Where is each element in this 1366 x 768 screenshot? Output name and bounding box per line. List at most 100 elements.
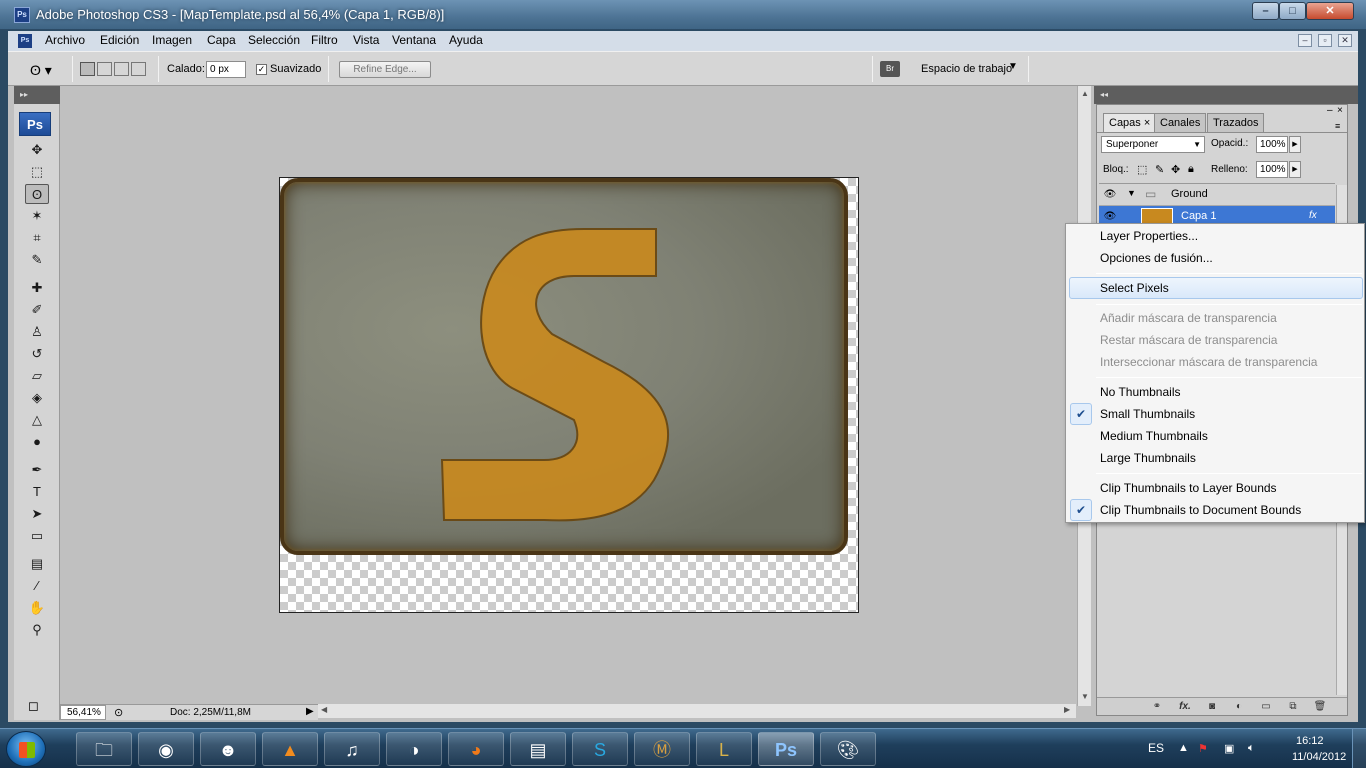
path-selection-tool-icon[interactable]: ➤ xyxy=(25,504,49,524)
workspace-label[interactable]: Espacio de trabajo xyxy=(921,63,1012,75)
new-selection-icon[interactable] xyxy=(80,62,95,76)
tab-close-icon[interactable]: × xyxy=(1144,117,1150,129)
scroll-down-icon[interactable]: ▼ xyxy=(1081,692,1089,701)
opacity-input[interactable]: 100% xyxy=(1256,136,1288,153)
lock-position-icon[interactable]: ✥ xyxy=(1171,163,1180,176)
doc-restore-button[interactable]: ▫ xyxy=(1318,34,1332,47)
clone-stamp-tool-icon[interactable]: ♙ xyxy=(25,322,49,342)
menu-item-layer-properties[interactable]: Layer Properties... xyxy=(1100,225,1198,247)
panel-minimize-icon[interactable]: – xyxy=(1327,105,1333,116)
feather-input[interactable]: 0 px xyxy=(206,61,246,78)
menu-item-no-thumbnails[interactable]: No Thumbnails xyxy=(1100,381,1180,403)
photoshop-taskbar-icon[interactable]: Ps xyxy=(758,732,814,766)
itunes-taskbar-icon[interactable]: ♫ xyxy=(324,732,380,766)
layer-row-ground[interactable]: 👁︎ ▼ ▭ Ground xyxy=(1099,184,1335,206)
scroll-right-icon[interactable]: ▶ xyxy=(1064,705,1070,714)
skype-taskbar-icon[interactable]: S xyxy=(572,732,628,766)
panel-dock-grip[interactable]: ◂◂ xyxy=(1094,86,1358,104)
clock-date[interactable]: 11/04/2012 xyxy=(1292,751,1346,763)
fill-slider-arrow-icon[interactable]: ▶ xyxy=(1289,161,1301,178)
horizontal-scrollbar[interactable]: ◀ ▶ xyxy=(318,704,1076,718)
close-button[interactable]: ✕ xyxy=(1306,2,1354,20)
refine-edge-button[interactable]: Refine Edge... xyxy=(339,61,431,78)
lock-transparency-icon[interactable]: ⬚ xyxy=(1137,163,1147,176)
network-icon[interactable]: ▣ xyxy=(1224,742,1234,755)
panel-menu-icon[interactable]: ≡ xyxy=(1335,121,1340,131)
app-taskbar-icon[interactable]: ◑ xyxy=(386,732,442,766)
folder-icon[interactable]: ▭ xyxy=(1258,700,1274,714)
scroll-left-icon[interactable]: ◀ xyxy=(321,705,327,714)
game-taskbar-icon[interactable]: Ⓜ xyxy=(634,732,690,766)
selection-mode-icons[interactable] xyxy=(80,62,150,78)
panel-close-icon[interactable]: × xyxy=(1337,105,1343,116)
add-selection-icon[interactable] xyxy=(97,62,112,76)
menu-archivo[interactable]: Archivo xyxy=(45,33,85,47)
menu-ayuda[interactable]: Ayuda xyxy=(449,33,483,47)
blend-mode-select[interactable]: Superponer ▼ xyxy=(1101,136,1205,153)
maximize-button[interactable]: □ xyxy=(1279,2,1306,20)
eyedropper-tool-icon[interactable]: ⁄ xyxy=(25,576,49,596)
healing-brush-tool-icon[interactable]: ✚ xyxy=(25,278,49,298)
trash-icon[interactable]: 🗑︎ xyxy=(1312,700,1328,714)
eye-icon[interactable]: 👁︎ xyxy=(1103,188,1117,202)
quick-mask-icon[interactable]: ◻ xyxy=(28,698,39,714)
explorer-taskbar-icon[interactable]: 🗀︎ xyxy=(76,732,132,766)
fx-icon[interactable]: fx. xyxy=(1177,700,1193,714)
clock-time[interactable]: 16:12 xyxy=(1296,735,1324,747)
type-tool-icon[interactable]: T xyxy=(25,482,49,502)
action-center-icon[interactable]: ⚑ xyxy=(1198,742,1208,755)
zoom-tool-icon[interactable]: ⚲ xyxy=(25,620,49,640)
menu-capa[interactable]: Capa xyxy=(207,33,236,47)
blur-tool-icon[interactable]: △ xyxy=(25,410,49,430)
lasso-preset-icon[interactable]: ʘ ▾ xyxy=(30,60,64,80)
volume-icon[interactable]: 🔈︎ xyxy=(1248,742,1255,755)
fx-badge-icon[interactable]: fx xyxy=(1309,210,1317,221)
tab-capas[interactable]: Capas × xyxy=(1103,113,1157,132)
shape-tool-icon[interactable]: ▭ xyxy=(25,526,49,546)
language-indicator[interactable]: ES xyxy=(1148,741,1164,755)
paint-taskbar-icon[interactable]: 🎨︎ xyxy=(820,732,876,766)
menu-item-small-thumbnails[interactable]: Small Thumbnails xyxy=(1100,403,1195,425)
eye-icon[interactable]: 👁︎ xyxy=(1103,210,1117,224)
user-app-taskbar-icon[interactable]: ☻ xyxy=(200,732,256,766)
mask-icon[interactable]: ◙ xyxy=(1204,700,1220,714)
vlc-taskbar-icon[interactable]: ▲ xyxy=(262,732,318,766)
firefox-taskbar-icon[interactable]: ◕ xyxy=(448,732,504,766)
fill-input[interactable]: 100% xyxy=(1256,161,1288,178)
lock-all-icon[interactable]: 🔒︎ xyxy=(1188,163,1194,176)
link-icon[interactable]: ⚭ xyxy=(1149,700,1165,714)
menu-item-medium-thumbnails[interactable]: Medium Thumbnails xyxy=(1100,425,1208,447)
show-hidden-icons-icon[interactable]: ▲ xyxy=(1178,742,1189,754)
menu-vista[interactable]: Vista xyxy=(353,33,379,47)
document-canvas[interactable] xyxy=(279,177,859,613)
opacity-slider-arrow-icon[interactable]: ▶ xyxy=(1289,136,1301,153)
paint-bucket-tool-icon[interactable]: ◈ xyxy=(25,388,49,408)
bridge-icon[interactable]: Br xyxy=(880,61,900,77)
eyedropper-slice-tool-icon[interactable]: ✎ xyxy=(25,250,49,270)
menu-edicion[interactable]: Edición xyxy=(100,33,139,47)
marquee-tool-icon[interactable]: ⬚ xyxy=(25,162,49,182)
pen-tool-icon[interactable]: ✒ xyxy=(25,460,49,480)
expand-triangle-icon[interactable]: ▼ xyxy=(1127,188,1136,198)
document-icon[interactable]: Ps xyxy=(18,34,32,48)
menu-ventana[interactable]: Ventana xyxy=(392,33,436,47)
magic-wand-tool-icon[interactable]: ✶ xyxy=(25,206,49,226)
intersect-selection-icon[interactable] xyxy=(131,62,146,76)
lock-pixels-icon[interactable]: ✎ xyxy=(1155,163,1164,176)
menu-imagen[interactable]: Imagen xyxy=(152,33,192,47)
menu-filtro[interactable]: Filtro xyxy=(311,33,338,47)
menu-item-select-pixels[interactable]: Select Pixels xyxy=(1100,277,1169,299)
menu-item-clip-document-bounds[interactable]: Clip Thumbnails to Document Bounds xyxy=(1100,499,1301,521)
minimize-button[interactable]: – xyxy=(1252,2,1279,20)
brush-tool-icon[interactable]: ✐ xyxy=(25,300,49,320)
crop-tool-icon[interactable]: ⌗ xyxy=(25,228,49,248)
menu-item-blending-options[interactable]: Opciones de fusión... xyxy=(1100,247,1213,269)
photoshop-badge[interactable]: Ps xyxy=(19,112,51,136)
adjustment-icon[interactable]: ◐ xyxy=(1231,700,1247,714)
menu-seleccion[interactable]: Selección xyxy=(248,33,300,47)
history-brush-tool-icon[interactable]: ↺ xyxy=(25,344,49,364)
panel-collapse-grip[interactable]: ▸▸ xyxy=(14,86,60,104)
dodge-tool-icon[interactable]: ● xyxy=(25,432,49,452)
tab-canales[interactable]: Canales xyxy=(1154,113,1207,132)
window-app-taskbar-icon[interactable]: ▤ xyxy=(510,732,566,766)
